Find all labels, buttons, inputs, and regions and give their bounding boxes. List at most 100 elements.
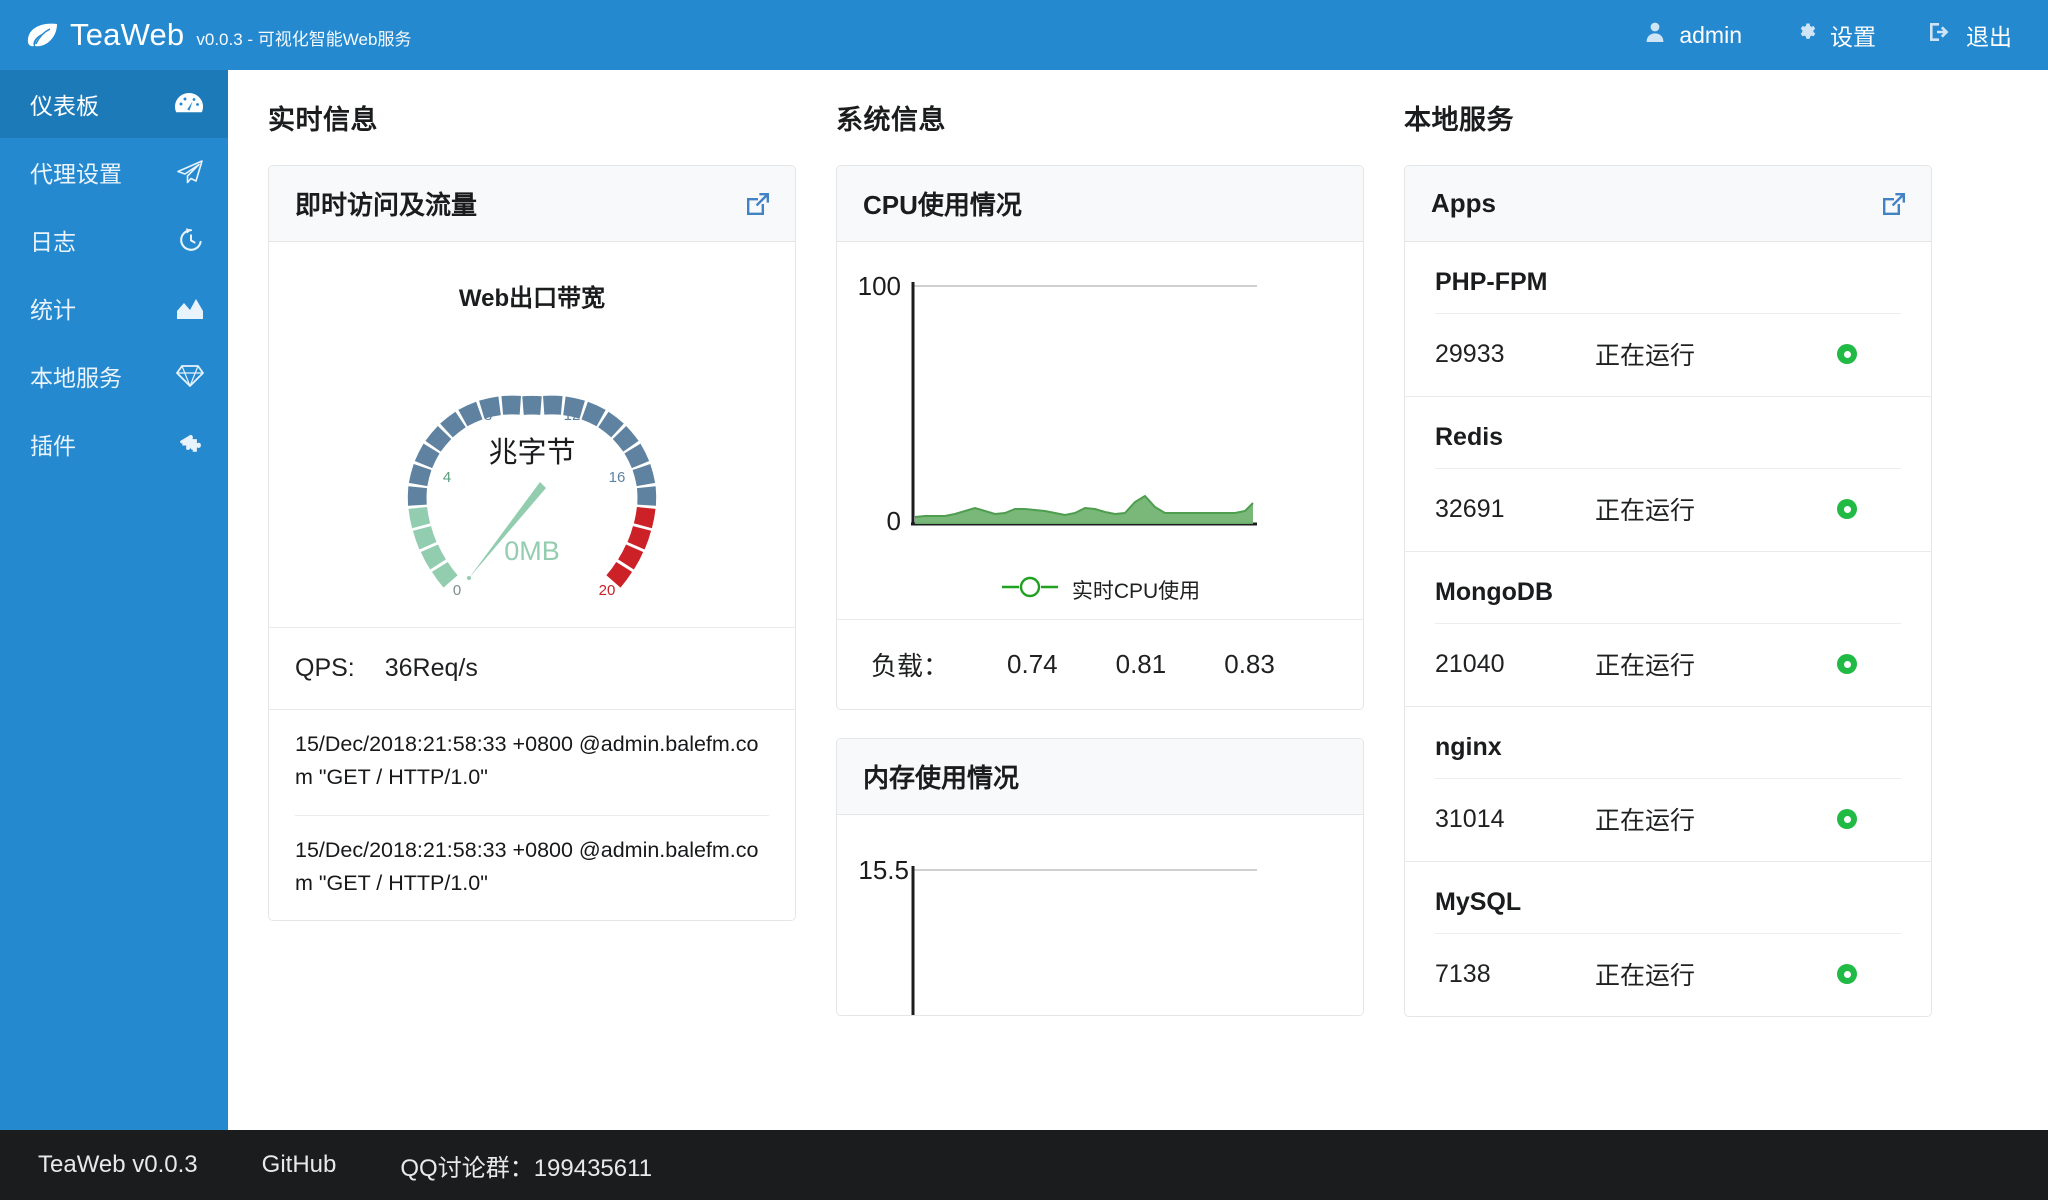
svg-text:12: 12: [564, 407, 581, 424]
service-status: 正在运行: [1595, 807, 1696, 835]
sidebar-item-label: 代理设置: [30, 161, 122, 187]
user-label: admin: [1679, 21, 1742, 48]
external-link-icon[interactable]: [1881, 191, 1907, 217]
diamond-gem-icon: [172, 364, 204, 388]
qps-row: QPS: 36Req/s: [295, 654, 769, 683]
cpu-legend-label: 实时CPU使用: [1071, 580, 1201, 603]
service-name: MongoDB: [1435, 578, 1901, 624]
sidebar: 仪表板 代理设置 日志 统计 本地服务 插件: [0, 70, 228, 1130]
qps-label: QPS:: [295, 654, 355, 682]
svg-text:8: 8: [484, 407, 492, 424]
brand-tagline: v0.0.3 - 可视化智能Web服务: [196, 30, 412, 49]
puzzle-piece-icon: [172, 432, 204, 456]
sign-out-icon: [1928, 20, 1954, 50]
sidebar-item-plugins[interactable]: 插件: [0, 410, 228, 478]
service-meta: 7138 正在运行: [1435, 934, 1901, 992]
app-header: TeaWeb v0.0.3 - 可视化智能Web服务 admin 设置 退出: [0, 0, 2048, 70]
cpu-chart: 100 0: [837, 242, 1363, 575]
card-title: 即时访问及流量: [295, 190, 478, 220]
service-name: nginx: [1435, 733, 1901, 779]
svg-text:20: 20: [599, 582, 616, 599]
logout-button[interactable]: 退出: [1928, 18, 2012, 52]
area-chart-icon: [172, 297, 204, 319]
user-menu[interactable]: admin: [1643, 20, 1742, 50]
service-row[interactable]: PHP-FPM 29933 正在运行: [1405, 242, 1931, 396]
sidebar-item-local-services[interactable]: 本地服务: [0, 342, 228, 410]
service-row[interactable]: Redis 32691 正在运行: [1405, 396, 1931, 551]
card-header: 内存使用情况: [837, 739, 1363, 815]
service-pid: 7138: [1435, 959, 1491, 988]
settings-label: 设置: [1830, 24, 1876, 50]
logout-label: 退出: [1966, 24, 2012, 50]
service-row[interactable]: MySQL 7138 正在运行: [1405, 861, 1931, 1016]
sidebar-item-dashboard[interactable]: 仪表板: [0, 70, 228, 138]
service-status: 正在运行: [1595, 652, 1696, 680]
load-value-1m: 0.74: [1007, 649, 1058, 679]
card-header: 即时访问及流量: [269, 166, 795, 242]
column-services: 本地服务 Apps PHP-FPM 29933 正在运行 Redis 32691…: [1404, 98, 1932, 1130]
column-system: 系统信息 CPU使用情况 100 0 实时CPU使用 负载： 0.74 0.81…: [836, 98, 1364, 1130]
dashboard-gauge-icon: [172, 92, 204, 116]
column-title-system: 系统信息: [836, 105, 946, 135]
sidebar-item-label: 统计: [30, 297, 76, 323]
cpu-legend: 实时CPU使用: [837, 575, 1363, 619]
load-row: 负载： 0.74 0.81 0.83: [863, 646, 1337, 683]
sidebar-item-proxy-settings[interactable]: 代理设置: [0, 138, 228, 206]
footer-github-link[interactable]: GitHub: [262, 1151, 337, 1179]
header-actions: admin 设置 退出: [1643, 18, 2048, 52]
sidebar-item-logs[interactable]: 日志: [0, 206, 228, 274]
brand-name: TeaWeb: [70, 17, 185, 52]
log-entry[interactable]: 15/Dec/2018:21:58:33 +0800 @admin.balefm…: [295, 814, 769, 921]
gauge-value-label: 0MB: [504, 536, 560, 566]
footer-qq-group: QQ讨论群：199435611: [400, 1154, 653, 1182]
service-pid: 21040: [1435, 649, 1505, 678]
service-name: MySQL: [1435, 888, 1901, 934]
leaf-icon: [26, 22, 60, 48]
service-row[interactable]: MongoDB 21040 正在运行: [1405, 551, 1931, 706]
service-status: 正在运行: [1595, 342, 1696, 370]
card-title: CPU使用情况: [863, 190, 1022, 220]
service-meta: 21040 正在运行: [1435, 624, 1901, 682]
log-entry[interactable]: 15/Dec/2018:21:58:33 +0800 @admin.balefm…: [295, 710, 769, 815]
gear-icon: [1794, 20, 1818, 50]
service-meta: 29933 正在运行: [1435, 314, 1901, 372]
status-indicator-icon: [1837, 499, 1857, 519]
card-realtime-traffic: 即时访问及流量 Web出口带宽 0 4 8 12 16 20 兆字节 0MB Q…: [268, 165, 796, 922]
card-header: CPU使用情况: [837, 166, 1363, 242]
external-link-icon[interactable]: [745, 191, 771, 217]
service-status: 正在运行: [1595, 962, 1696, 990]
brand[interactable]: TeaWeb v0.0.3 - 可视化智能Web服务: [0, 17, 411, 53]
column-title-services: 本地服务: [1404, 105, 1514, 135]
card-memory-usage: 内存使用情况 15.5: [836, 738, 1364, 1016]
service-row[interactable]: nginx 31014 正在运行: [1405, 706, 1931, 861]
memory-chart: 15.5: [837, 815, 1363, 1015]
sidebar-item-label: 仪表板: [30, 93, 99, 119]
service-name: PHP-FPM: [1435, 268, 1901, 314]
sidebar-item-label: 插件: [30, 433, 76, 459]
card-title: 内存使用情况: [863, 763, 1020, 793]
status-indicator-icon: [1837, 654, 1857, 674]
svg-text:0: 0: [453, 582, 461, 599]
column-title-realtime: 实时信息: [268, 105, 378, 135]
service-status: 正在运行: [1595, 497, 1696, 525]
main-content: 实时信息 即时访问及流量 Web出口带宽 0 4 8 12 16 20 兆字节 …: [228, 70, 2048, 1130]
card-title: Apps: [1431, 188, 1496, 218]
cpu-ytick-min: 0: [887, 506, 901, 536]
memory-ytick-max: 15.5: [858, 855, 909, 885]
bandwidth-gauge: 0 4 8 12 16 20 兆字节 0MB: [295, 315, 769, 605]
sidebar-item-statistics[interactable]: 统计: [0, 274, 228, 342]
service-pid: 32691: [1435, 494, 1505, 523]
settings-button[interactable]: 设置: [1794, 18, 1876, 52]
service-meta: 31014 正在运行: [1435, 779, 1901, 837]
card-cpu-usage: CPU使用情况 100 0 实时CPU使用 负载： 0.74 0.81 0.83: [836, 165, 1364, 710]
cpu-ytick-max: 100: [858, 271, 901, 301]
history-clock-icon: [172, 227, 204, 253]
status-indicator-icon: [1837, 809, 1857, 829]
service-pid: 31014: [1435, 804, 1505, 833]
svg-text:16: 16: [609, 469, 626, 486]
load-value-15m: 0.83: [1224, 649, 1275, 679]
qps-value: 36Req/s: [384, 654, 478, 682]
status-indicator-icon: [1837, 964, 1857, 984]
legend-marker-icon: [1000, 576, 1060, 604]
service-name: Redis: [1435, 423, 1901, 469]
